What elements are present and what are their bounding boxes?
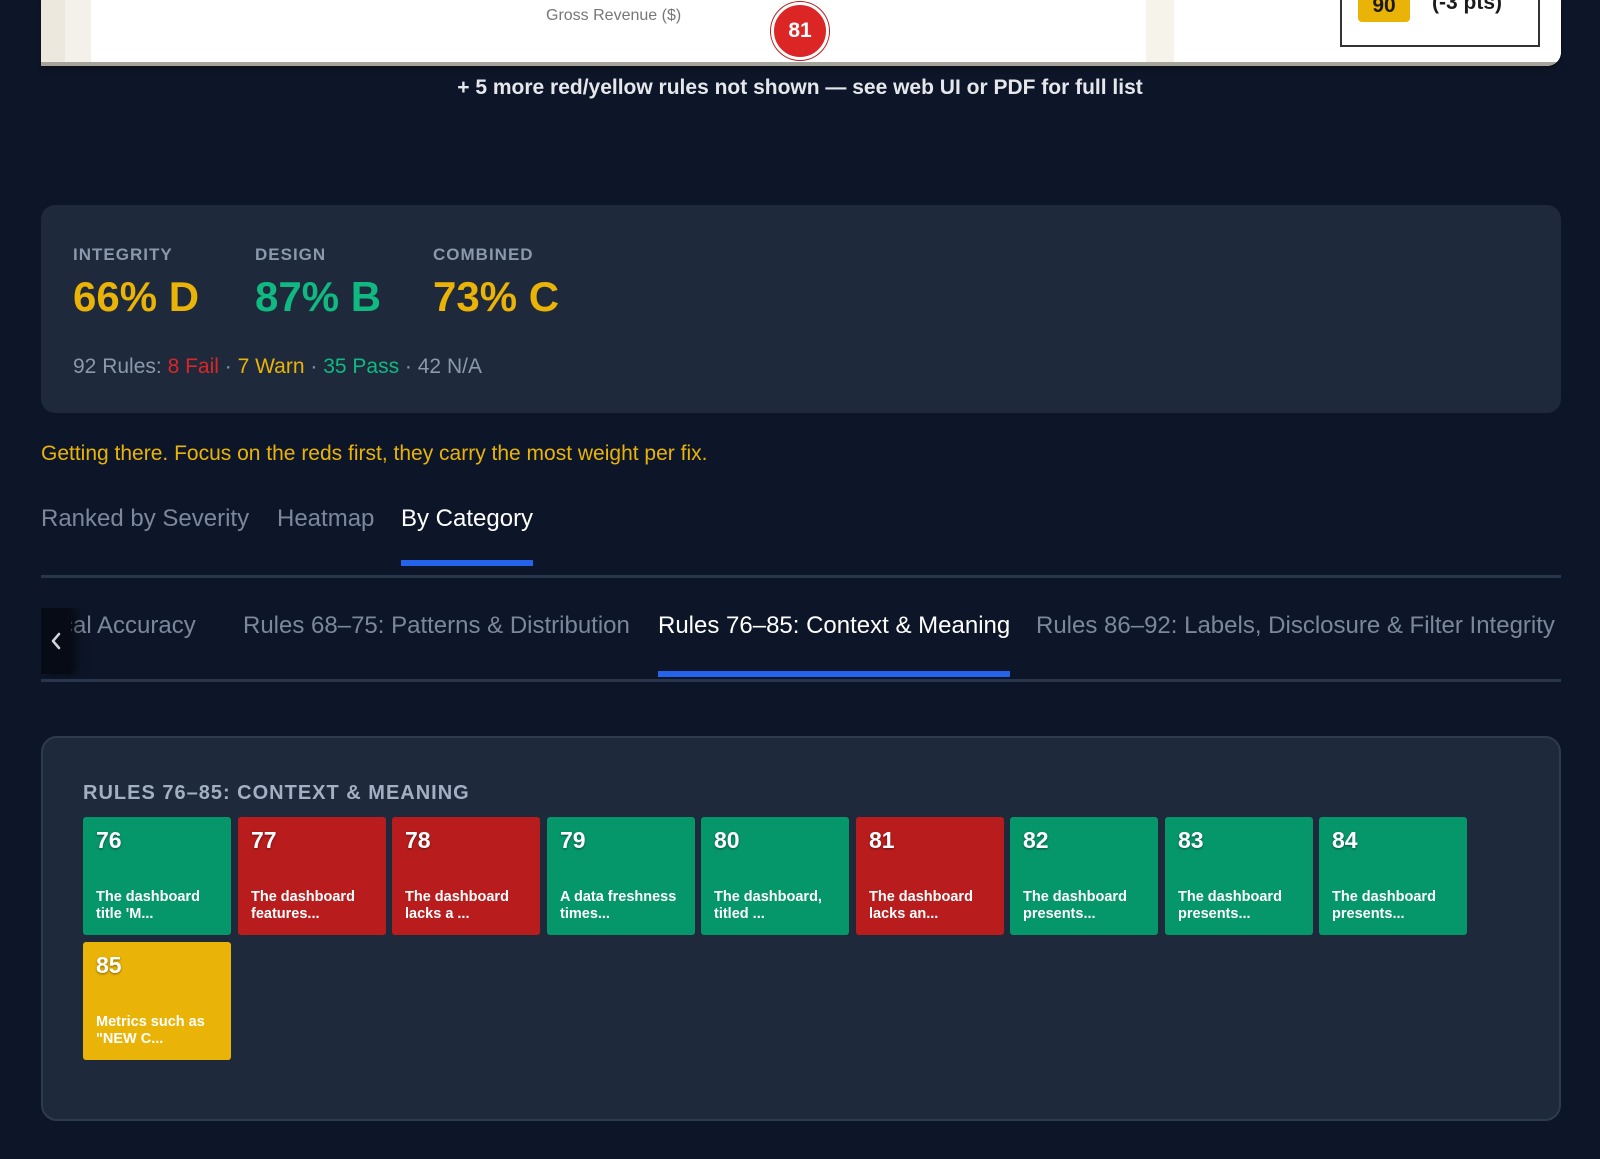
tab-label: tical Accuracy bbox=[49, 612, 196, 639]
report-rule-marker: 81 bbox=[771, 2, 829, 60]
rule-number: 85 bbox=[96, 952, 122, 978]
na-count: 42 N/A bbox=[417, 355, 482, 378]
separator: · bbox=[304, 355, 324, 378]
rule-number: 80 bbox=[714, 827, 740, 853]
rule-description: Metrics such as "NEW C... bbox=[96, 1014, 205, 1047]
rule-description: The dashboard presents... bbox=[1023, 889, 1127, 922]
tab-statistical-accuracy[interactable]: tical Accuracy bbox=[49, 612, 196, 640]
design-score-label: DESIGN bbox=[255, 245, 327, 264]
report-preview-crop: Gross Revenue ($) 81 90 (-3 pts) bbox=[41, 0, 1561, 66]
tab-label: Rules 68–75: Patterns & Distribution bbox=[243, 612, 630, 639]
view-tabs: Ranked by Severity Heatmap By Category bbox=[41, 505, 1561, 579]
tab-labels-disclosure-filter[interactable]: Rules 86–92: Labels, Disclosure & Filter… bbox=[1036, 612, 1555, 640]
rule-tile[interactable]: 80 The dashboard, titled ... bbox=[701, 817, 849, 935]
rules-summary: 92 Rules: 8 Fail · 7 Warn · 35 Pass · 42… bbox=[73, 355, 482, 379]
rule-tile[interactable]: 81 The dashboard lacks an... bbox=[856, 817, 1004, 935]
rule-number: 82 bbox=[1023, 827, 1049, 853]
rule-description: A data freshness times... bbox=[560, 889, 677, 922]
chevron-left-icon bbox=[51, 632, 61, 650]
rule-number: 79 bbox=[560, 827, 586, 853]
scroll-left-button[interactable] bbox=[41, 608, 71, 674]
combined-score: COMBINED 73% C bbox=[433, 245, 559, 321]
rule-panel-title: RULES 76–85: CONTEXT & MEANING bbox=[83, 782, 470, 804]
report-preview-bottom-border bbox=[41, 62, 1561, 66]
active-tab-indicator bbox=[658, 671, 1011, 677]
combined-score-value: 73% C bbox=[433, 273, 560, 320]
rule-number: 76 bbox=[96, 827, 122, 853]
fail-count: 8 Fail bbox=[167, 355, 219, 378]
rule-tile[interactable]: 85 Metrics such as "NEW C... bbox=[83, 942, 231, 1060]
rule-description: The dashboard lacks an... bbox=[869, 889, 973, 922]
pass-count: 35 Pass bbox=[323, 355, 400, 378]
rule-tile[interactable]: 84 The dashboard presents... bbox=[1319, 817, 1467, 935]
separator: · bbox=[399, 355, 418, 378]
rule-description: The dashboard features... bbox=[251, 889, 355, 922]
rule-description: The dashboard presents... bbox=[1332, 889, 1436, 922]
rule-description: The dashboard presents... bbox=[1178, 889, 1282, 922]
rule-tile[interactable]: 82 The dashboard presents... bbox=[1010, 817, 1158, 935]
report-score-callout: 90 (-3 pts) bbox=[1340, 0, 1540, 47]
active-tab-indicator bbox=[401, 560, 534, 566]
tab-context-meaning[interactable]: Rules 76–85: Context & Meaning bbox=[658, 612, 1011, 677]
category-tabs-divider bbox=[41, 679, 1561, 682]
integrity-score-label: INTEGRITY bbox=[73, 245, 173, 264]
integrity-score: INTEGRITY 66% D bbox=[73, 245, 199, 321]
report-callout-score: 90 bbox=[1358, 0, 1410, 22]
rule-description: The dashboard lacks a ... bbox=[405, 889, 509, 922]
report-callout-points: (-3 pts) bbox=[1432, 0, 1502, 14]
view-tabs-divider bbox=[41, 575, 1561, 578]
score-summary-card: INTEGRITY 66% D DESIGN 87% B COMBINED 73… bbox=[41, 205, 1561, 413]
combined-score-label: COMBINED bbox=[433, 245, 534, 264]
rule-number: 84 bbox=[1332, 827, 1358, 853]
separator: · bbox=[218, 355, 238, 378]
category-tabs: tical Accuracy Rules 68–75: Patterns & D… bbox=[41, 608, 1561, 684]
rule-tile[interactable]: 76 The dashboard title 'M... bbox=[83, 817, 231, 935]
rule-tile[interactable]: 83 The dashboard presents... bbox=[1165, 817, 1313, 935]
tab-label: Ranked by Severity bbox=[41, 505, 250, 532]
report-axis-label: Gross Revenue ($) bbox=[546, 7, 682, 24]
rule-number: 83 bbox=[1178, 827, 1204, 853]
design-score-value: 87% B bbox=[255, 273, 382, 320]
rule-number: 81 bbox=[869, 827, 895, 853]
rule-description: The dashboard title 'M... bbox=[96, 889, 200, 922]
rules-summary-prefix: 92 Rules: bbox=[73, 355, 168, 378]
tab-label: Rules 76–85: Context & Meaning bbox=[658, 612, 1011, 639]
report-panel-gap bbox=[1146, 0, 1174, 62]
integrity-score-value: 66% D bbox=[73, 273, 200, 320]
rule-tile[interactable]: 78 The dashboard lacks a ... bbox=[392, 817, 540, 935]
tab-heatmap[interactable]: Heatmap bbox=[277, 505, 374, 533]
rule-description: The dashboard, titled ... bbox=[714, 889, 822, 922]
design-score: DESIGN 87% B bbox=[255, 245, 381, 321]
report-preview-margin bbox=[41, 0, 65, 66]
tab-label: Rules 86–92: Labels, Disclosure & Filter… bbox=[1036, 612, 1555, 639]
tab-patterns-distribution[interactable]: Rules 68–75: Patterns & Distribution bbox=[243, 612, 630, 640]
more-rules-note: + 5 more red/yellow rules not shown — se… bbox=[457, 76, 1143, 99]
tab-label: Heatmap bbox=[277, 505, 375, 532]
rule-grid-panel: RULES 76–85: CONTEXT & MEANING 76 The da… bbox=[41, 736, 1561, 1121]
tab-label: By Category bbox=[401, 505, 534, 532]
rule-tile[interactable]: 77 The dashboard features... bbox=[238, 817, 386, 935]
rule-tile[interactable]: 79 A data freshness times... bbox=[547, 817, 695, 935]
tab-ranked-by-severity[interactable]: Ranked by Severity bbox=[41, 505, 249, 533]
rule-number: 78 bbox=[405, 827, 431, 853]
warn-count: 7 Warn bbox=[237, 355, 305, 378]
advice-message: Getting there. Focus on the reds first, … bbox=[41, 442, 708, 465]
tab-by-category[interactable]: By Category bbox=[401, 505, 534, 566]
rule-number: 77 bbox=[251, 827, 277, 853]
